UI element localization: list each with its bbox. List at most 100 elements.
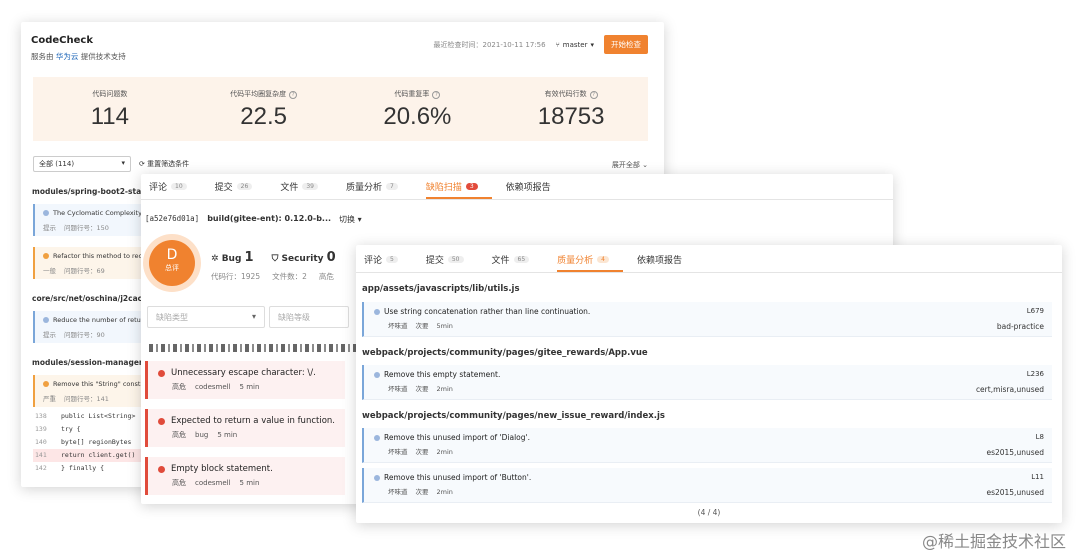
start-check-button[interactable]: 开始检查	[604, 35, 648, 54]
defect-level-select[interactable]: 缺陷等级	[269, 306, 349, 328]
commit-hash: [a52e76d01a]	[145, 214, 200, 223]
issue-filter-select[interactable]: 全部 (114) ▾	[33, 156, 131, 172]
defect-card[interactable]: Empty block statement. 高危 codesmell 5 min	[145, 457, 345, 495]
huaweicloud-link[interactable]: 华为云	[56, 52, 79, 61]
issue-time: 2min	[436, 385, 453, 393]
code-text: return client.get()	[61, 451, 136, 459]
file-path[interactable]: app/assets/javascripts/lib/utils.js	[362, 284, 520, 294]
reset-filter-button[interactable]: ⟳ 重置筛选条件	[139, 159, 189, 169]
quality-issue-card[interactable]: Remove this unused import of 'Dialog'. 坏…	[362, 428, 1052, 463]
lines-label: 代码行：	[211, 272, 241, 281]
help-icon[interactable]: ?	[432, 91, 441, 99]
tab-quality[interactable]: 质量分析 4	[557, 253, 623, 272]
commit-bar: [a52e76d01a] build(gitee-ent): 0.12.0-b.…	[145, 214, 362, 225]
issue-tags: cert,misra,unused	[975, 385, 1044, 394]
issue-text-value: Remove this unused import of 'Dialog'.	[384, 433, 530, 442]
tab-quality[interactable]: 质量分析 7	[346, 180, 412, 199]
stat-complexity: 代码平均圈复杂度? 22.5	[187, 77, 341, 141]
help-icon[interactable]: ?	[289, 91, 298, 99]
issue-kind: 坏味道	[388, 385, 408, 393]
file-path[interactable]: modules/session-manager/sr	[32, 358, 154, 367]
tab-label: 提交	[214, 183, 233, 193]
refresh-icon: ⟳	[139, 160, 145, 168]
issue-text-value: Use string concatenation rather than lin…	[384, 307, 591, 316]
tab-dependency-report[interactable]: 依赖项报告	[637, 253, 696, 272]
issue-meta: 坏味道 次要 2min	[374, 383, 1044, 393]
file-path[interactable]: modules/spring-boot2-starte	[32, 187, 154, 196]
expand-all-button[interactable]: 展开全部 ⌄	[612, 160, 648, 170]
defect-card[interactable]: Unnecessary escape character: \/. 高危 code…	[145, 361, 345, 399]
issue-meta: 坏味道 次要 5min	[374, 320, 1044, 330]
defect-type-select[interactable]: 缺陷类型 ▾	[147, 306, 265, 328]
stat-value: 18753	[537, 103, 605, 130]
line-number: 141	[35, 451, 47, 459]
summary-counts: ✲ Bug 1 ⛉ Security 0	[211, 250, 336, 265]
issue-line-link[interactable]: L679	[1027, 307, 1044, 315]
tab-commits[interactable]: 提交 50	[426, 253, 478, 272]
code-text: } finally {	[61, 464, 105, 472]
tab-comments[interactable]: 评论 5	[364, 253, 412, 272]
tab-files[interactable]: 文件 65	[492, 253, 544, 272]
tab-count: 65	[513, 256, 530, 263]
stat-issues: 代码问题数 114	[33, 77, 187, 141]
quality-issue-card[interactable]: Remove this empty statement. 坏味道 次要 2min L…	[362, 365, 1052, 400]
tab-count: 3	[465, 183, 478, 190]
tab-label: 提交	[425, 256, 444, 266]
files-value: 2	[302, 272, 307, 281]
defect-card[interactable]: Expected to return a value in function. …	[145, 409, 345, 447]
chevron-down-icon: ⌄	[642, 161, 648, 169]
issue-text: The Cyclomatic Complexity	[43, 209, 157, 217]
stat-label-text: 代码重复率	[394, 90, 430, 98]
stat-label-text: 代码平均圈复杂度	[230, 90, 287, 98]
tab-defect-scan[interactable]: 缺陷扫描 3	[425, 180, 492, 199]
issue-meta: 提示 问题行号：150	[43, 222, 157, 232]
defect-meta: 高危 codesmell 5 min	[158, 382, 337, 392]
switch-commit-button[interactable]: 切换 ▾	[339, 214, 362, 225]
issue-text: Remove this unused import of 'Dialog'.	[374, 433, 1044, 442]
line-number: 138	[35, 412, 47, 420]
issue-time: 2min	[436, 488, 453, 496]
code-text: public List<String>	[61, 412, 136, 420]
defect-title-text: Expected to return a value in function.	[171, 416, 335, 426]
subtitle-suffix: 提供技术支持	[80, 52, 126, 61]
tab-count: 7	[385, 183, 398, 190]
help-icon[interactable]: ?	[589, 91, 598, 99]
file-path[interactable]: webpack/projects/community/pages/gitee_r…	[362, 348, 648, 358]
tab-dependency-report[interactable]: 依赖项报告	[506, 180, 565, 199]
issue-meta: 坏味道 次要 2min	[374, 446, 1044, 456]
scan-summary: ✲ Bug 1 ⛉ Security 0 代码行：1925 文件数：2 高危	[211, 250, 336, 282]
issue-line-link[interactable]: L8	[1036, 433, 1044, 441]
issue-text: Remove this "String" constr	[43, 380, 157, 388]
info-icon	[43, 210, 49, 216]
file-path[interactable]: core/src/net/oschina/j2cache	[32, 294, 153, 303]
stats-bar: 代码问题数 114 代码平均圈复杂度? 22.5 代码重复率? 20.6% 有效…	[33, 77, 648, 141]
bug-count: ✲ Bug 1	[211, 250, 254, 265]
issue-line-link[interactable]: L11	[1031, 473, 1044, 481]
issue-line: 问题行号：69	[64, 267, 105, 275]
issue-meta: 一般 问题行号：69	[43, 265, 157, 275]
issue-text: Refactor this method to rec	[43, 252, 157, 260]
issue-line: 问题行号：141	[64, 395, 109, 403]
tab-count: 50	[447, 256, 464, 263]
branch-select[interactable]: ⑂ master ▾	[556, 41, 594, 49]
codecheck-toolbar: 最近检查时间：2021-10-11 17:56 ⑂ master ▾ 开始检查	[434, 35, 648, 54]
quality-issue-card[interactable]: Remove this unused import of 'Button'. 坏…	[362, 468, 1052, 503]
defect-level: 高危	[172, 479, 186, 487]
quality-analysis-panel: 评论 5 提交 50 文件 65 质量分析 4 依赖项报告 app/assets/jav…	[356, 245, 1062, 523]
issue-level: 提示	[43, 331, 56, 339]
tab-commits[interactable]: 提交 26	[215, 180, 267, 199]
quality-issue-card[interactable]: Use string concatenation rather than lin…	[362, 302, 1052, 337]
tab-files[interactable]: 文件 39	[280, 180, 332, 199]
tab-comments[interactable]: 评论 10	[149, 180, 201, 199]
shield-icon: ⛉	[271, 254, 279, 264]
issue-severity: 次要	[415, 385, 429, 393]
stat-label: 代码重复率?	[341, 89, 495, 99]
filter-bar: 全部 (114) ▾ ⟳ 重置筛选条件	[33, 156, 189, 172]
high-risk-label: 高危	[318, 272, 334, 281]
defect-kind: codesmell	[195, 479, 231, 487]
issue-text: Use string concatenation rather than lin…	[374, 307, 1044, 316]
info-icon	[374, 435, 380, 441]
issue-tags: es2015,unused	[986, 488, 1044, 497]
issue-line-link[interactable]: L236	[1027, 370, 1044, 378]
file-path[interactable]: webpack/projects/community/pages/new_iss…	[362, 411, 665, 421]
